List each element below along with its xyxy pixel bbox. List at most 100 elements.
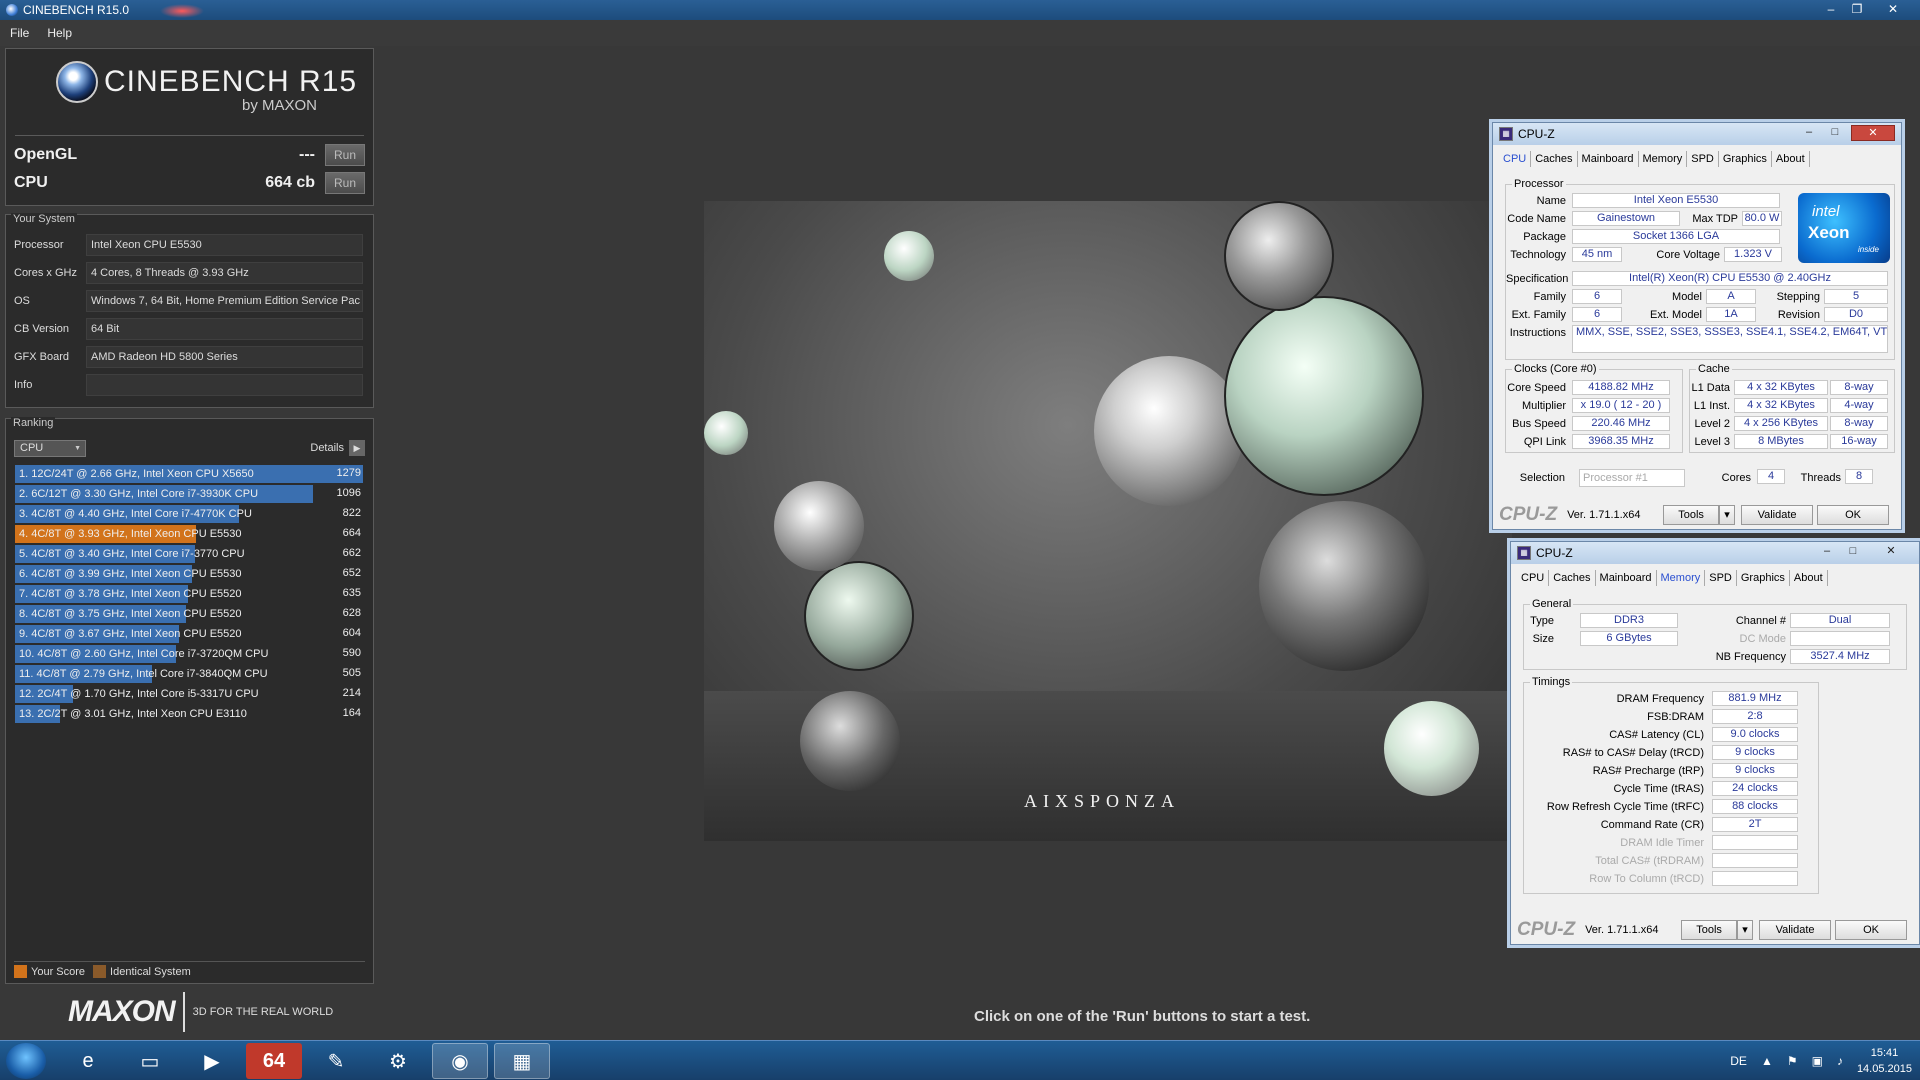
info-field[interactable] (86, 374, 363, 396)
maximize-icon[interactable]: □ (1823, 125, 1847, 141)
tab-about[interactable]: About (1790, 570, 1828, 586)
ranking-row[interactable]: 7. 4C/8T @ 3.78 GHz, Intel Xeon CPU E552… (15, 585, 365, 603)
opengl-label: OpenGL (14, 146, 78, 163)
tab-caches[interactable]: Caches (1549, 570, 1596, 586)
minimize-icon[interactable]: – (1797, 125, 1821, 141)
close-icon[interactable]: ✕ (1851, 125, 1895, 141)
qpi-label: QPI Link (1523, 436, 1566, 448)
media-player-icon[interactable]: ▶ (184, 1043, 240, 1079)
tools-button[interactable]: Tools (1681, 920, 1738, 940)
ext-family-value: 6 (1572, 307, 1622, 322)
ranking-row[interactable]: 3. 4C/8T @ 4.40 GHz, Intel Core i7-4770K… (15, 505, 365, 523)
restore-icon[interactable]: ❐ (1844, 0, 1870, 20)
details-button[interactable]: Details ▶ (310, 440, 365, 456)
ranking-label: 13. 2C/2T @ 3.01 GHz, Intel Xeon CPU E31… (19, 708, 247, 720)
tab-graphics[interactable]: Graphics (1719, 151, 1772, 167)
ranking-row[interactable]: 6. 4C/8T @ 3.99 GHz, Intel Xeon CPU E553… (15, 565, 365, 583)
tab-cpu[interactable]: CPU (1517, 570, 1550, 586)
system-label: OS (14, 295, 30, 307)
ok-button[interactable]: OK (1817, 505, 1890, 525)
paint-icon[interactable]: ✎ (308, 1043, 364, 1079)
tab-memory[interactable]: Memory (1657, 570, 1706, 586)
minimize-icon[interactable]: – (1815, 544, 1839, 560)
aida64-icon[interactable]: 64 (246, 1043, 302, 1079)
ranking-row[interactable]: 1. 12C/24T @ 2.66 GHz, Intel Xeon CPU X5… (15, 465, 365, 483)
tray-expand-icon[interactable]: ▲ (1761, 1054, 1773, 1068)
ranking-row[interactable]: 2. 6C/12T @ 3.30 GHz, Intel Core i7-3930… (15, 485, 365, 503)
ranking-row[interactable]: 8. 4C/8T @ 3.75 GHz, Intel Xeon CPU E552… (15, 605, 365, 623)
size-label: Size (1532, 633, 1554, 645)
validate-button[interactable]: Validate (1741, 505, 1814, 525)
tools-dropdown-icon[interactable]: ▾ (1737, 920, 1754, 940)
cpu-run-button[interactable]: Run (325, 172, 365, 194)
tab-graphics[interactable]: Graphics (1737, 570, 1790, 586)
cpuz-tabs: CPU Caches Mainboard Memory SPD Graphics… (1517, 570, 1828, 586)
cpu-label: CPU (14, 174, 48, 191)
validate-button[interactable]: Validate (1759, 920, 1832, 940)
ranking-row[interactable]: 9. 4C/8T @ 3.67 GHz, Intel Xeon CPU E552… (15, 625, 365, 643)
ranking-row[interactable]: 12. 2C/4T @ 1.70 GHz, Intel Core i5-3317… (15, 685, 365, 703)
timing-value (1712, 835, 1798, 850)
l1d-label: L1 Data (1691, 382, 1730, 394)
status-hint: Click on one of the 'Run' buttons to sta… (974, 1008, 1311, 1025)
render-viewport: AIXSPONZA (704, 201, 1512, 841)
timing-value: 88 clocks (1712, 799, 1798, 814)
ok-button[interactable]: OK (1835, 920, 1908, 940)
clocks-group: Clocks (Core #0) Core Speed 4188.82 MHz … (1505, 363, 1683, 453)
cpuz-title: CPU-Z (1536, 546, 1573, 560)
cpuz-title: CPU-Z (1518, 127, 1555, 141)
processor-selection-dropdown[interactable]: Processor #1 (1579, 469, 1685, 487)
tab-spd[interactable]: SPD (1687, 151, 1719, 167)
tool-icon[interactable]: ⚙ (370, 1043, 426, 1079)
ie-icon[interactable]: e (60, 1043, 116, 1079)
tab-mainboard[interactable]: Mainboard (1596, 570, 1657, 586)
cinebench-icon[interactable]: ◉ (432, 1043, 488, 1079)
minimize-icon[interactable]: – (1818, 0, 1844, 20)
brand-name: CINEBENCH R15 (104, 65, 358, 98)
clock[interactable]: 15:41 14.05.2015 (1857, 1045, 1912, 1077)
tools-button[interactable]: Tools (1663, 505, 1720, 525)
instructions-value: MMX, SSE, SSE2, SSE3, SSSE3, SSE4.1, SSE… (1572, 325, 1888, 353)
close-icon[interactable]: ✕ (1871, 544, 1911, 560)
cpuz-footer: CPU-Z Ver. 1.71.1.x64 Tools ▾ Validate O… (1499, 504, 1895, 525)
opengl-run-button[interactable]: Run (325, 144, 365, 166)
maxon-logo: MAXON (68, 995, 176, 1028)
ranking-row[interactable]: 4. 4C/8T @ 3.93 GHz, Intel Xeon CPU E553… (15, 525, 365, 543)
ranking-row[interactable]: 11. 4C/8T @ 2.79 GHz, Intel Core i7-3840… (15, 665, 365, 683)
render-watermark: AIXSPONZA (1024, 791, 1181, 811)
explorer-icon[interactable]: ▭ (122, 1043, 178, 1079)
timing-value (1712, 871, 1798, 886)
start-button[interactable] (6, 1043, 46, 1079)
ranking-row[interactable]: 10. 4C/8T @ 2.60 GHz, Intel Core i7-3720… (15, 645, 365, 663)
ranking-label: 11. 4C/8T @ 2.79 GHz, Intel Core i7-3840… (19, 668, 268, 680)
tab-cpu[interactable]: CPU (1499, 151, 1532, 167)
system-row-os: OS Windows 7, 64 Bit, Home Premium Editio… (14, 289, 363, 313)
volume-icon[interactable]: ♪ (1837, 1054, 1843, 1068)
network-icon[interactable]: ▣ (1812, 1054, 1823, 1068)
specification-label: Specification (1506, 273, 1569, 285)
tab-spd[interactable]: SPD (1705, 570, 1737, 586)
close-icon[interactable]: ✕ (1880, 0, 1906, 20)
ranking-row[interactable]: 5. 4C/8T @ 3.40 GHz, Intel Core i7-3770 … (15, 545, 365, 563)
tab-mainboard[interactable]: Mainboard (1578, 151, 1639, 167)
ranking-label: 8. 4C/8T @ 3.75 GHz, Intel Xeon CPU E552… (19, 608, 242, 620)
tools-dropdown-icon[interactable]: ▾ (1719, 505, 1736, 525)
tab-caches[interactable]: Caches (1531, 151, 1578, 167)
system-label: Cores x GHz (14, 267, 77, 279)
flag-icon[interactable]: ⚑ (1787, 1054, 1798, 1068)
core-speed-label: Core Speed (1507, 382, 1566, 394)
system-value: 64 Bit (86, 318, 363, 340)
legend-identical: Identical System (110, 965, 191, 978)
maximize-icon[interactable]: □ (1841, 544, 1865, 560)
language-indicator[interactable]: DE (1730, 1054, 1747, 1068)
tab-about[interactable]: About (1772, 151, 1810, 167)
threads-value: 8 (1845, 469, 1873, 484)
core-speed-value: 4188.82 MHz (1572, 380, 1670, 395)
menu-help[interactable]: Help (47, 26, 72, 40)
ranking-filter-dropdown[interactable]: CPU (14, 439, 86, 457)
ranking-row[interactable]: 13. 2C/2T @ 3.01 GHz, Intel Xeon CPU E31… (15, 705, 365, 723)
maxon-tagline: 3D FOR THE REAL WORLD (192, 1006, 334, 1018)
menu-file[interactable]: File (10, 26, 29, 40)
tab-memory[interactable]: Memory (1639, 151, 1688, 167)
cpuz-icon[interactable]: ▦ (494, 1043, 550, 1079)
